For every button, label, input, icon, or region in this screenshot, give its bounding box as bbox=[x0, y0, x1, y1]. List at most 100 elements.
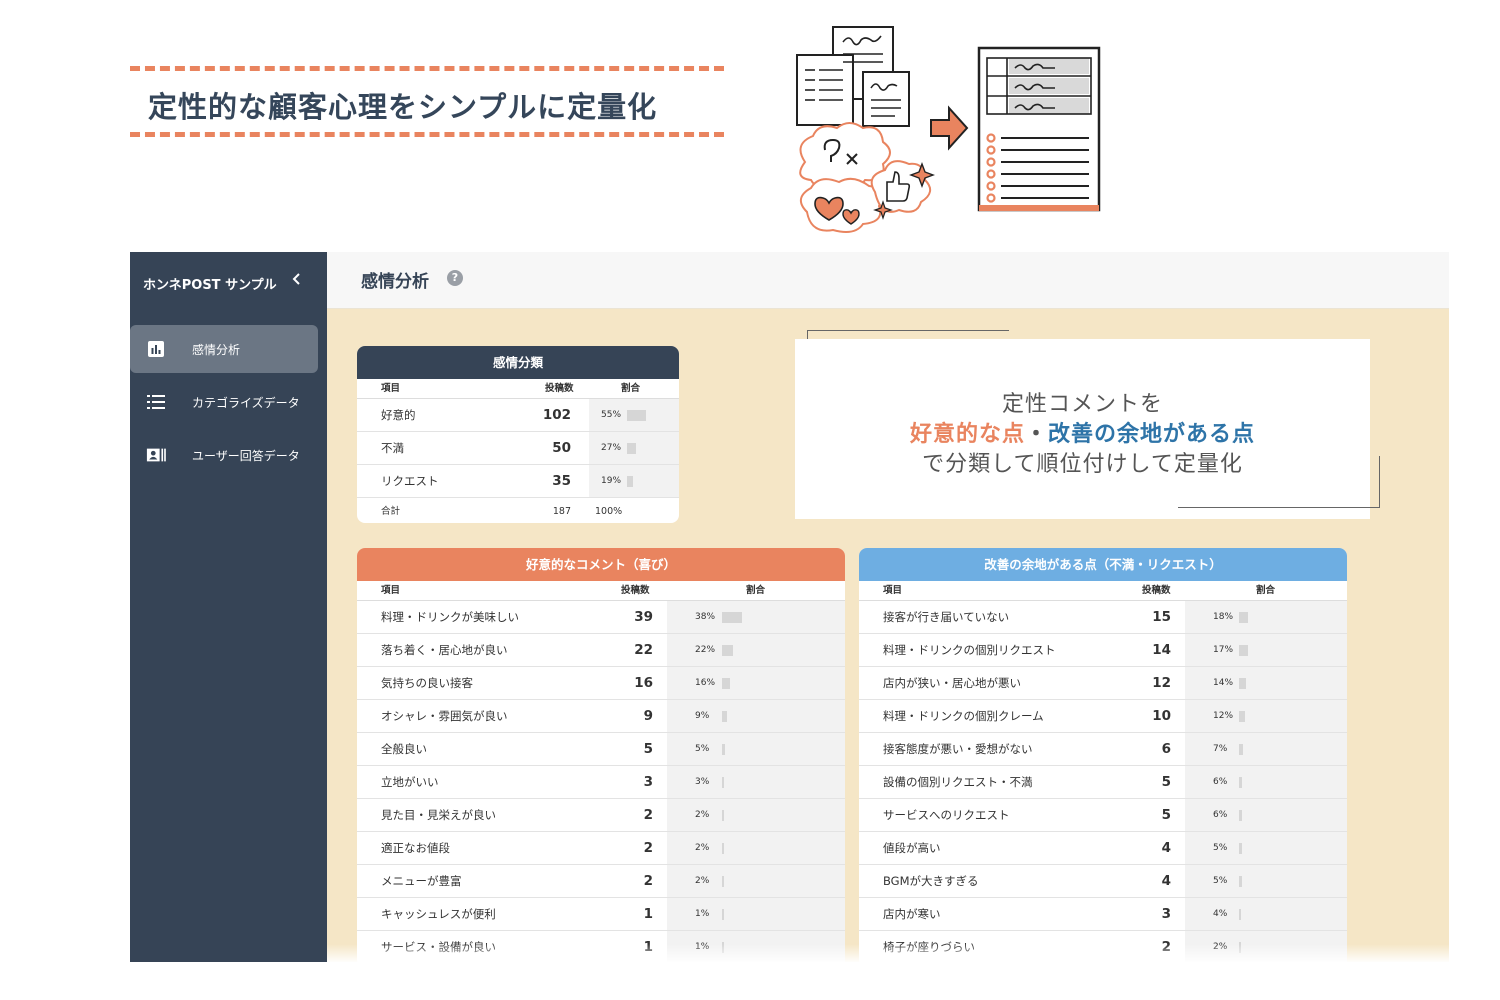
row-percent: 22% bbox=[695, 645, 716, 655]
table-row: 落ち着く・居心地が良い 22 22% bbox=[357, 634, 845, 667]
row-percent: 12% bbox=[1213, 711, 1234, 721]
positive-comments-table: 好意的なコメント（喜び） 項目 投稿数 割合 料理・ドリンクが美味しい 39 38%… bbox=[357, 548, 845, 962]
row-count: 3 bbox=[1161, 906, 1171, 922]
ratio-bar bbox=[1239, 678, 1247, 689]
ratio-bar bbox=[722, 777, 724, 788]
row-percent: 19% bbox=[601, 476, 622, 486]
ratio-cell bbox=[1185, 799, 1347, 831]
ratio-bar bbox=[722, 678, 731, 689]
ratio-cell bbox=[1185, 898, 1347, 930]
positive-column-header: 項目 投稿数 割合 bbox=[357, 581, 845, 601]
column-item: 項目 bbox=[381, 585, 401, 596]
row-percent: 38% bbox=[695, 612, 716, 622]
row-count: 1 bbox=[643, 906, 653, 922]
ratio-cell bbox=[1185, 832, 1347, 864]
row-count: 4 bbox=[1161, 840, 1171, 856]
table-row: BGMが大きすぎる 4 5% bbox=[859, 865, 1347, 898]
row-percent: 2% bbox=[695, 843, 710, 853]
row-percent: 14% bbox=[1213, 678, 1234, 688]
callout-separator: ・ bbox=[1024, 422, 1048, 447]
table-row: 全般良い 5 5% bbox=[357, 733, 845, 766]
row-label: 好意的 bbox=[381, 408, 416, 422]
headline-banner: 定性的な顧客心理をシンプルに定量化 bbox=[130, 66, 724, 138]
column-count: 投稿数 bbox=[545, 383, 574, 394]
row-label: 接客が行き届いていない bbox=[883, 610, 1010, 624]
row-percent: 6% bbox=[1213, 777, 1228, 787]
callout-line-3: で分類して順位付けして定量化 bbox=[922, 452, 1243, 477]
bar-chart-icon bbox=[146, 339, 166, 359]
row-count: 22 bbox=[634, 642, 653, 658]
callout-bracket bbox=[1379, 456, 1380, 508]
ratio-cell bbox=[667, 799, 845, 831]
sidebar-item-label: カテゴライズデータ bbox=[192, 395, 300, 410]
ratio-bar bbox=[1239, 876, 1242, 887]
ratio-bar bbox=[722, 612, 742, 623]
row-label: 店内が狭い・居心地が悪い bbox=[883, 676, 1021, 690]
ratio-cell bbox=[667, 667, 845, 699]
summary-total-row: 合計 187 100% bbox=[357, 498, 679, 523]
ratio-bar bbox=[722, 843, 724, 854]
headline-title: 定性的な顧客心理をシンプルに定量化 bbox=[148, 90, 658, 124]
row-label: 接客態度が悪い・愛想がない bbox=[883, 742, 1033, 756]
row-count: 102 bbox=[542, 407, 571, 423]
row-count: 15 bbox=[1152, 609, 1171, 625]
row-label: 値段が高い bbox=[883, 841, 941, 855]
ratio-cell bbox=[1185, 766, 1347, 798]
table-row: リクエスト 35 19% bbox=[357, 465, 679, 498]
ratio-cell bbox=[667, 898, 845, 930]
row-count: 5 bbox=[1161, 774, 1171, 790]
table-row: 店内が狭い・居心地が悪い 12 14% bbox=[859, 667, 1347, 700]
improvement-comments-table: 改善の余地がある点（不満・リクエスト） 項目 投稿数 割合 接客が行き届いていな… bbox=[859, 548, 1347, 962]
table-row: 気持ちの良い接客 16 16% bbox=[357, 667, 845, 700]
dashed-divider-bottom bbox=[130, 132, 724, 137]
scroll-fade bbox=[327, 944, 1449, 962]
ratio-bar bbox=[722, 645, 734, 656]
row-count: 9 bbox=[643, 708, 653, 724]
column-ratio: 割合 bbox=[1256, 585, 1276, 596]
table-row: 料理・ドリンクの個別クレーム 10 12% bbox=[859, 700, 1347, 733]
sidebar-item-categorized[interactable]: カテゴライズデータ bbox=[130, 378, 318, 426]
ratio-cell bbox=[1185, 865, 1347, 897]
ratio-cell bbox=[667, 733, 845, 765]
row-percent: 7% bbox=[1213, 744, 1228, 754]
row-percent: 3% bbox=[695, 777, 710, 787]
column-count: 投稿数 bbox=[1142, 585, 1171, 596]
column-ratio: 割合 bbox=[746, 585, 766, 596]
sidebar-brand: ホンネPOST サンプル bbox=[143, 278, 277, 293]
ratio-cell bbox=[667, 766, 845, 798]
table-row: 料理・ドリンクの個別リクエスト 14 17% bbox=[859, 634, 1347, 667]
ratio-cell bbox=[1185, 634, 1347, 666]
sidebar-item-sentiment[interactable]: 感情分析 bbox=[130, 325, 318, 373]
help-icon[interactable]: ? bbox=[447, 270, 463, 286]
row-percent: 17% bbox=[1213, 645, 1234, 655]
chevron-left-icon[interactable] bbox=[290, 270, 304, 291]
row-label: 不満 bbox=[381, 441, 404, 455]
row-count: 5 bbox=[643, 741, 653, 757]
ratio-bar bbox=[722, 744, 725, 755]
ratio-bar bbox=[1239, 843, 1242, 854]
ratio-bar bbox=[1239, 645, 1248, 656]
table-row: 立地がいい 3 3% bbox=[357, 766, 845, 799]
row-count: 2 bbox=[643, 840, 653, 856]
ratio-bar bbox=[1239, 777, 1243, 788]
row-percent: 16% bbox=[695, 678, 716, 688]
page-title: 感情分析 bbox=[361, 272, 429, 292]
table-row: キャッシュレスが便利 1 1% bbox=[357, 898, 845, 931]
improvement-table-title: 改善の余地がある点（不満・リクエスト） bbox=[859, 548, 1347, 581]
sidebar-item-label: ユーザー回答データ bbox=[192, 448, 300, 463]
ratio-bar bbox=[1239, 711, 1246, 722]
table-row: メニューが豊富 2 2% bbox=[357, 865, 845, 898]
row-percent: 5% bbox=[695, 744, 710, 754]
row-label: 設備の個別リクエスト・不満 bbox=[883, 775, 1033, 789]
ratio-bar bbox=[722, 810, 724, 821]
table-row: 値段が高い 4 5% bbox=[859, 832, 1347, 865]
row-count: 39 bbox=[634, 609, 653, 625]
summary-column-header: 項目 投稿数 割合 bbox=[357, 379, 679, 399]
summary-title: 感情分類 bbox=[357, 346, 679, 379]
column-ratio: 割合 bbox=[621, 383, 641, 394]
ratio-cell bbox=[667, 634, 845, 666]
row-count: 187 bbox=[552, 506, 571, 517]
ratio-bar bbox=[1239, 744, 1243, 755]
ratio-bar bbox=[627, 443, 637, 454]
sidebar-item-responses[interactable]: ユーザー回答データ bbox=[130, 431, 318, 479]
